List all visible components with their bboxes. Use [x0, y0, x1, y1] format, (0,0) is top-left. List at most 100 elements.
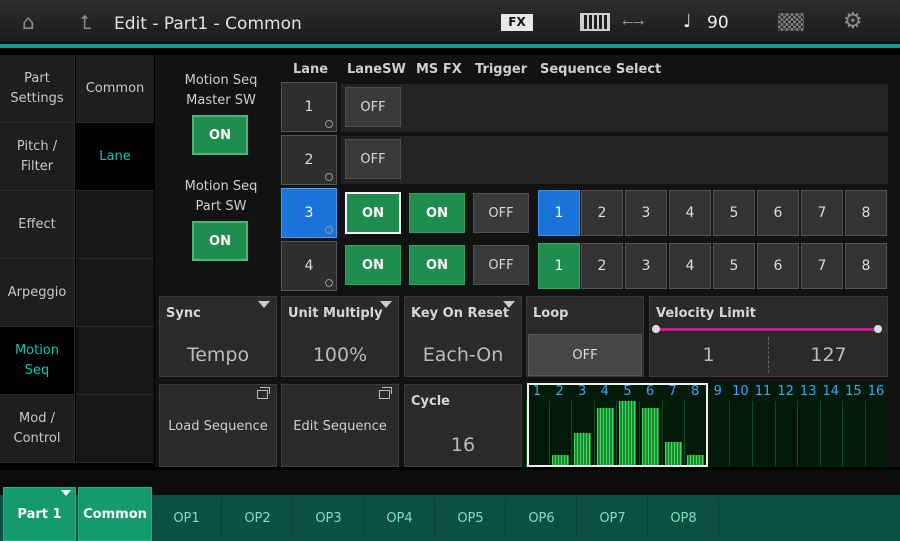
subnav-common[interactable]: Common — [76, 55, 154, 123]
master-sw-label: Motion Seq Master SW — [184, 73, 258, 108]
loop-button[interactable]: OFF — [528, 334, 642, 376]
velocity-limit-max[interactable]: 127 — [770, 344, 887, 366]
nav-arpeggio[interactable]: Arpeggio — [0, 259, 75, 327]
lane-3-seq-6[interactable]: 6 — [757, 190, 799, 236]
step-number: 16 — [867, 384, 885, 399]
lane-3-seq-5[interactable]: 5 — [713, 190, 755, 236]
key-on-reset-label: Key On Reset — [411, 306, 510, 321]
lane-1-button[interactable]: 1 — [281, 82, 337, 132]
lane-dot-icon — [325, 120, 333, 128]
op4-tab[interactable]: OP4 — [365, 497, 435, 539]
home-icon[interactable]: ⌂ — [22, 10, 35, 34]
lane-3-seq-3[interactable]: 3 — [625, 190, 667, 236]
lane-4-button[interactable]: 4 — [281, 241, 337, 291]
lane-3-lanesw-button[interactable]: ON — [345, 192, 401, 234]
nav-effect[interactable]: Effect — [0, 191, 75, 259]
quick-access-grid-icon[interactable] — [778, 13, 804, 31]
lane-1-lanesw-button[interactable]: OFF — [345, 87, 401, 127]
lane-4-seq-2[interactable]: 2 — [581, 243, 623, 289]
lane-number: 3 — [304, 205, 314, 221]
dropdown-triangle-icon — [380, 301, 392, 308]
lane-number: 1 — [304, 99, 314, 115]
loop-label: Loop — [533, 306, 569, 321]
load-sequence-label: Load Sequence — [168, 419, 268, 434]
op2-tab[interactable]: OP2 — [223, 497, 293, 539]
cycle-param[interactable]: Cycle 16 — [404, 384, 522, 467]
sync-param[interactable]: Sync Tempo — [159, 296, 277, 377]
velocity-divider — [768, 337, 769, 373]
step-column[interactable] — [842, 401, 864, 467]
col-lane: Lane — [293, 62, 329, 77]
nav-motion-seq[interactable]: Motion Seq — [0, 327, 75, 395]
fx-badge[interactable]: FX — [501, 14, 533, 31]
step-column[interactable] — [752, 401, 774, 467]
key-on-reset-param[interactable]: Key On Reset Each-On — [404, 296, 522, 377]
velocity-limit-min[interactable]: 1 — [650, 344, 767, 366]
unit-multiply-param[interactable]: Unit Multiply 100% — [281, 296, 399, 377]
step-number: 9 — [713, 384, 722, 399]
lane-4-seq-7[interactable]: 7 — [801, 243, 843, 289]
lane-2-row — [341, 136, 888, 184]
lane-3-button[interactable]: 3 — [281, 188, 337, 238]
load-sequence-button[interactable]: Load Sequence — [159, 384, 277, 467]
dropdown-triangle-icon — [258, 301, 270, 308]
lane-1-row — [341, 84, 888, 132]
lane-3-seq-8[interactable]: 8 — [845, 190, 887, 236]
velocity-max-handle[interactable] — [874, 325, 882, 333]
velocity-min-handle[interactable] — [652, 325, 660, 333]
keyboard-icon[interactable] — [580, 13, 610, 31]
step-number: 15 — [845, 384, 862, 399]
master-sw-button[interactable]: ON — [192, 115, 248, 155]
step-column[interactable] — [706, 401, 729, 467]
op3-tab[interactable]: OP3 — [294, 497, 364, 539]
step-column[interactable] — [819, 401, 842, 467]
op5-tab[interactable]: OP5 — [436, 497, 506, 539]
lane-2-lanesw-button[interactable]: OFF — [345, 139, 401, 179]
part-sw-button[interactable]: ON — [192, 221, 248, 261]
lane-3-msfx-button[interactable]: ON — [409, 193, 465, 233]
common-tab[interactable]: Common — [78, 487, 152, 541]
part-tab[interactable]: Part 1 — [3, 487, 76, 541]
nav-pitch-filter[interactable]: Pitch / Filter — [0, 123, 75, 191]
back-arrow-icon[interactable]: ⮤ — [80, 10, 92, 34]
lane-number: 4 — [304, 258, 314, 274]
lane-4-trigger-button[interactable]: OFF — [473, 245, 529, 285]
step-column[interactable] — [729, 401, 751, 467]
step-column[interactable] — [797, 401, 819, 467]
nav-part-settings[interactable]: Part Settings — [0, 55, 75, 123]
lane-4-seq-4[interactable]: 4 — [669, 243, 711, 289]
lane-4-lanesw-button[interactable]: ON — [345, 245, 401, 285]
subnav-lane[interactable]: Lane — [76, 123, 154, 191]
part-tab-label: Part 1 — [17, 506, 62, 522]
lane-4-seq-5[interactable]: 5 — [713, 243, 755, 289]
gear-icon[interactable]: ⚙ — [843, 9, 863, 34]
lane-4-seq-8[interactable]: 8 — [845, 243, 887, 289]
edit-sequence-button[interactable]: Edit Sequence — [281, 384, 399, 467]
lane-4-seq-3[interactable]: 3 — [625, 243, 667, 289]
lane-4-seq-1[interactable]: 1 — [538, 243, 580, 289]
step-column[interactable] — [865, 401, 887, 467]
step-number: 14 — [822, 384, 840, 399]
lane-3-seq-7[interactable]: 7 — [801, 190, 843, 236]
lane-2-button[interactable]: 2 — [281, 135, 337, 185]
op1-tab[interactable]: OP1 — [152, 497, 222, 539]
lane-4-seq-6[interactable]: 6 — [757, 243, 799, 289]
nav-mod-control[interactable]: Mod / Control — [0, 395, 75, 463]
subnav-empty — [76, 259, 154, 327]
tempo-value[interactable]: 90 — [707, 13, 729, 33]
velocity-range-bar[interactable] — [656, 328, 878, 331]
lane-3-seq-4[interactable]: 4 — [669, 190, 711, 236]
subnav-empty — [76, 191, 154, 259]
col-trigger: Trigger — [475, 62, 528, 77]
op8-tab[interactable]: OP8 — [649, 497, 719, 539]
lane-3-seq-2[interactable]: 2 — [581, 190, 623, 236]
lane-3-seq-1[interactable]: 1 — [538, 190, 580, 236]
lane-3-trigger-button[interactable]: OFF — [473, 193, 529, 233]
op7-tab[interactable]: OP7 — [578, 497, 648, 539]
unit-multiply-value: 100% — [312, 344, 368, 366]
primary-nav: Part Settings Pitch / Filter Effect Arpe… — [0, 55, 75, 463]
step-column[interactable] — [774, 401, 797, 467]
step-number: 10 — [732, 384, 749, 399]
lane-4-msfx-button[interactable]: ON — [409, 245, 465, 285]
op6-tab[interactable]: OP6 — [507, 497, 577, 539]
